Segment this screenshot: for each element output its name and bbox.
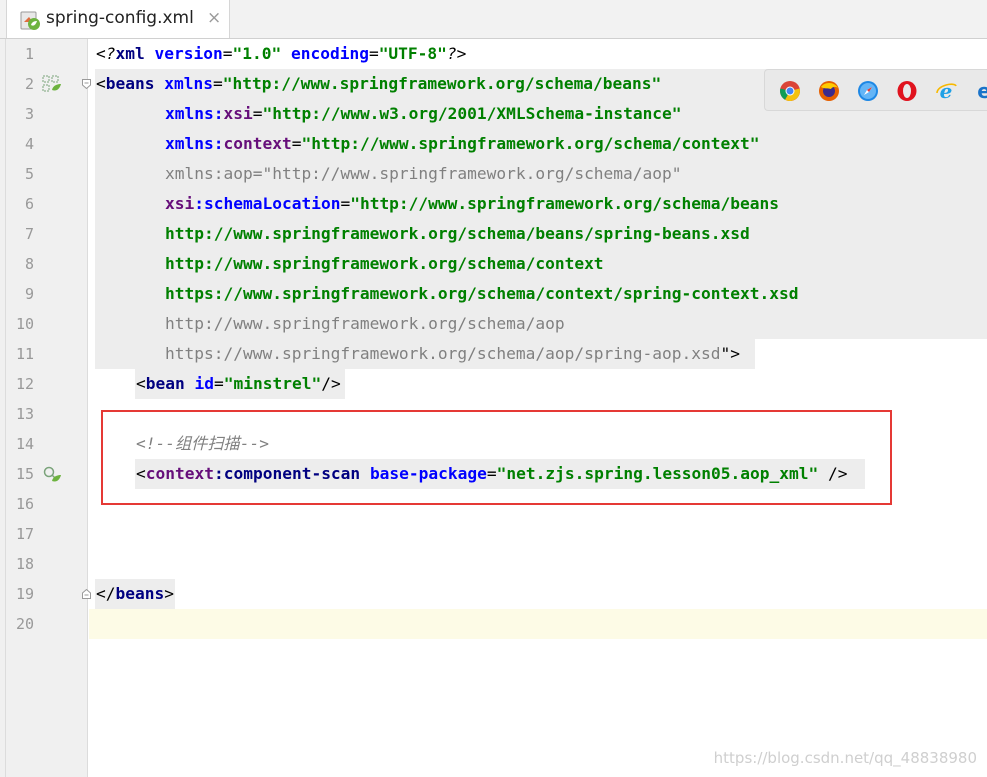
code-line-7[interactable]: http://www.springframework.org/schema/be…	[165, 219, 750, 249]
annotation-highlight-box	[101, 410, 892, 505]
line-number: 16	[15, 495, 34, 513]
tab-label: spring-config.xml	[46, 8, 194, 28]
tab-spring-config[interactable]: spring-config.xml ×	[6, 0, 230, 38]
line-number: 1	[24, 45, 34, 63]
spring-xml-file-icon	[20, 11, 40, 30]
line-number: 19	[15, 585, 34, 603]
safari-icon[interactable]	[857, 80, 879, 102]
firefox-icon[interactable]	[818, 80, 840, 102]
line-number: 8	[24, 255, 34, 273]
fold-icon[interactable]	[82, 589, 91, 599]
line-number: 17	[15, 525, 34, 543]
line-number: 6	[24, 195, 34, 213]
line-number: 7	[24, 225, 34, 243]
code-line-9[interactable]: https://www.springframework.org/schema/c…	[165, 279, 798, 309]
line-number: 15	[15, 465, 34, 483]
line-number: 2	[24, 75, 34, 93]
line-number: 5	[24, 165, 34, 183]
code-line-5[interactable]: xmlns:aop="http://www.springframework.or…	[165, 159, 682, 189]
code-line-2[interactable]: <beans xmlns="http://www.springframework…	[96, 69, 661, 99]
line-number: 13	[15, 405, 34, 423]
svg-text:e: e	[940, 80, 953, 102]
code-line-3[interactable]: xmlns:xsi="http://www.w3.org/2001/XMLSch…	[165, 99, 682, 129]
line-number: 3	[24, 105, 34, 123]
line-number: 10	[15, 315, 34, 333]
chrome-icon[interactable]	[779, 80, 801, 102]
line-number: 14	[15, 435, 34, 453]
code-line-8[interactable]: http://www.springframework.org/schema/co…	[165, 249, 604, 279]
code-line-1[interactable]: <?xml version="1.0" encoding="UTF-8"?>	[96, 39, 466, 69]
code-line-19[interactable]: </beans>	[96, 579, 174, 609]
code-line-4[interactable]: xmlns:context="http://www.springframewor…	[165, 129, 760, 159]
code-line-6[interactable]: xsi:schemaLocation="http://www.springfra…	[165, 189, 779, 219]
watermark: https://blog.csdn.net/qq_48838980	[713, 749, 977, 767]
fold-icon[interactable]	[82, 79, 91, 89]
code-line-10[interactable]: http://www.springframework.org/schema/ao…	[165, 309, 565, 339]
line-number: 18	[15, 555, 34, 573]
editor-tab-bar: spring-config.xml ×	[0, 0, 987, 39]
current-line-highlight	[89, 609, 987, 639]
ie-icon[interactable]: e	[935, 80, 957, 102]
close-icon[interactable]: ×	[207, 8, 221, 28]
browser-preview-toolbar: e e	[764, 69, 987, 111]
edge-icon[interactable]: e	[973, 80, 987, 102]
line-number: 20	[15, 615, 34, 633]
opera-icon[interactable]	[896, 80, 918, 102]
line-number: 12	[15, 375, 34, 393]
line-number: 11	[15, 345, 34, 363]
code-line-11[interactable]: https://www.springframework.org/schema/a…	[165, 339, 740, 369]
spring-bean-gutter-icon[interactable]	[42, 74, 62, 94]
component-scan-gutter-icon[interactable]	[42, 464, 62, 484]
line-number: 4	[24, 135, 34, 153]
svg-text:e: e	[977, 80, 987, 102]
code-line-12[interactable]: <bean id="minstrel"/>	[136, 369, 341, 399]
line-number: 9	[24, 285, 34, 303]
